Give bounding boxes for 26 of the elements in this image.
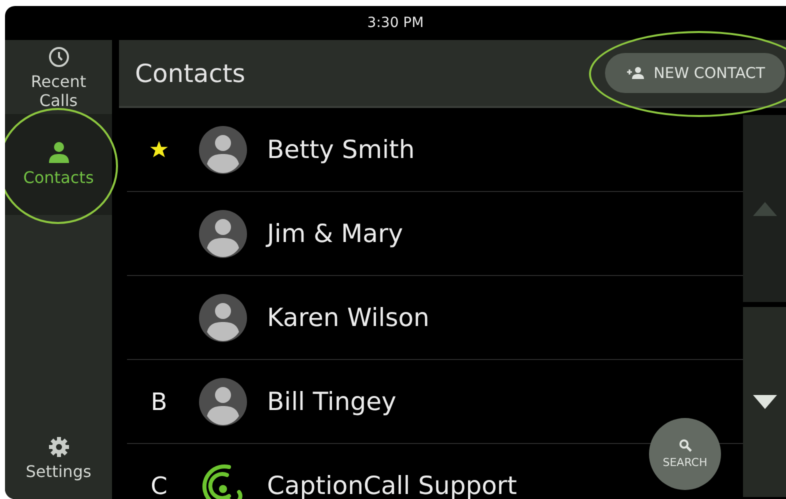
down-triangle-icon bbox=[752, 395, 776, 409]
contact-name[interactable]: Jim & Mary bbox=[267, 219, 404, 248]
nav-tab[interactable]: Settings bbox=[5, 430, 112, 499]
contact-name[interactable]: Betty Smith bbox=[267, 135, 415, 164]
person-icon bbox=[46, 140, 70, 164]
search-icon bbox=[678, 439, 692, 452]
nav-tab[interactable]: Contacts bbox=[5, 114, 112, 215]
add-person-icon bbox=[626, 67, 645, 79]
nav-tab[interactable]: Recent Calls bbox=[5, 40, 112, 114]
contact-name[interactable]: CaptionCall Support bbox=[267, 471, 517, 499]
avatar-icon bbox=[199, 126, 247, 174]
new-contact-button[interactable]: NEW CONTACT bbox=[604, 53, 785, 93]
section-letter: C bbox=[150, 472, 168, 499]
section-letter: B bbox=[150, 388, 168, 416]
avatar-icon bbox=[199, 294, 247, 342]
search-button[interactable]: SEARCH bbox=[649, 418, 721, 490]
scroll-down-button[interactable] bbox=[743, 307, 786, 497]
clock-time: 3:30 PM bbox=[367, 15, 424, 31]
up-triangle-icon bbox=[752, 202, 776, 216]
clock-icon bbox=[48, 46, 70, 68]
contact-name[interactable]: Karen Wilson bbox=[267, 303, 430, 332]
contact-name[interactable]: Bill Tingey bbox=[267, 387, 396, 416]
avatar-icon bbox=[199, 210, 247, 258]
avatar-icon bbox=[199, 378, 247, 426]
gear-icon bbox=[48, 436, 70, 458]
page-title: Contacts bbox=[135, 58, 246, 88]
